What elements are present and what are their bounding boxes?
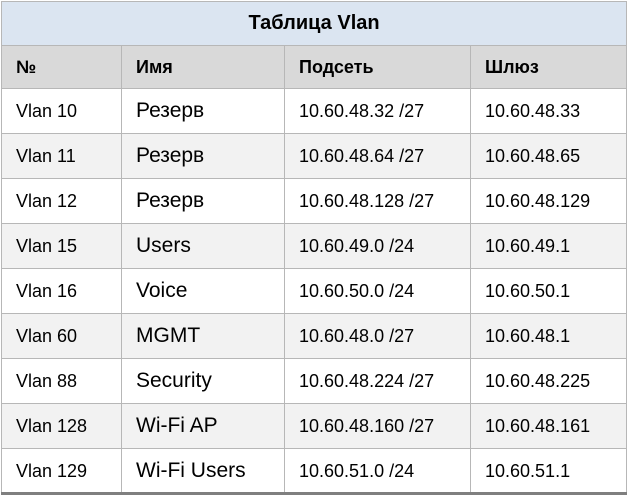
table-row: Vlan 10 Резерв 10.60.48.32 /27 10.60.48.… — [1, 88, 628, 134]
vlan-name-cell: Резерв — [121, 133, 285, 179]
vlan-name-cell: Voice — [121, 268, 285, 314]
table-row: Vlan 60 MGMT 10.60.48.0 /27 10.60.48.1 — [1, 313, 628, 359]
vlan-number-cell: Vlan 129 — [1, 448, 122, 494]
vlan-gateway-cell: 10.60.48.65 — [469, 133, 628, 179]
vlan-gateway-cell: 10.60.48.161 — [469, 403, 628, 449]
vlan-subnet-cell: 10.60.48.160 /27 — [284, 403, 471, 449]
table-row: Vlan 15 Users 10.60.49.0 /24 10.60.49.1 — [1, 223, 628, 269]
table-header-row: № Имя Подсеть Шлюз — [1, 45, 628, 89]
vlan-gateway-cell: 10.60.48.1 — [469, 313, 628, 359]
vlan-number-cell: Vlan 15 — [1, 223, 122, 269]
table-row: Vlan 16 Voice 10.60.50.0 /24 10.60.50.1 — [1, 268, 628, 314]
vlan-subnet-cell: 10.60.48.64 /27 — [284, 133, 471, 179]
table-bottom-border — [1, 492, 627, 495]
vlan-number-cell: Vlan 12 — [1, 178, 122, 224]
vlan-name-cell: Wi-Fi Users — [121, 448, 285, 494]
vlan-subnet-cell: 10.60.51.0 /24 — [284, 448, 471, 494]
vlan-subnet-cell: 10.60.48.0 /27 — [284, 313, 471, 359]
vlan-subnet-cell: 10.60.48.224 /27 — [284, 358, 471, 404]
vlan-name-cell: Users — [121, 223, 285, 269]
column-header-name: Имя — [121, 45, 285, 89]
vlan-number-cell: Vlan 88 — [1, 358, 122, 404]
table-title-row: Таблица Vlan — [0, 1, 628, 46]
table-row: Vlan 128 Wi-Fi AP 10.60.48.160 /27 10.60… — [1, 403, 628, 449]
table-row: Vlan 11 Резерв 10.60.48.64 /27 10.60.48.… — [1, 133, 628, 179]
vlan-name-cell: Резерв — [121, 88, 285, 134]
vlan-gateway-cell: 10.60.49.1 — [469, 223, 628, 269]
vlan-subnet-cell: 10.60.49.0 /24 — [284, 223, 471, 269]
column-header-subnet: Подсеть — [284, 45, 471, 89]
vlan-number-cell: Vlan 11 — [1, 133, 122, 179]
vlan-gateway-cell: 10.60.48.33 — [469, 88, 628, 134]
vlan-subnet-cell: 10.60.48.32 /27 — [284, 88, 471, 134]
vlan-name-cell: Wi-Fi AP — [121, 403, 285, 449]
vlan-subnet-cell: 10.60.50.0 /24 — [284, 268, 471, 314]
vlan-gateway-cell: 10.60.50.1 — [469, 268, 628, 314]
table-body: Vlan 10 Резерв 10.60.48.32 /27 10.60.48.… — [1, 88, 628, 494]
vlan-number-cell: Vlan 128 — [1, 403, 122, 449]
vlan-subnet-cell: 10.60.48.128 /27 — [284, 178, 471, 224]
vlan-name-cell: MGMT — [121, 313, 285, 359]
vlan-number-cell: Vlan 10 — [1, 88, 122, 134]
vlan-number-cell: Vlan 60 — [1, 313, 122, 359]
column-header-number: № — [1, 45, 122, 89]
table-row: Vlan 12 Резерв 10.60.48.128 /27 10.60.48… — [1, 178, 628, 224]
vlan-gateway-cell: 10.60.51.1 — [469, 448, 628, 494]
table-row: Vlan 129 Wi-Fi Users 10.60.51.0 /24 10.6… — [1, 448, 628, 494]
table-title: Таблица Vlan — [0, 1, 628, 46]
table-row: Vlan 88 Security 10.60.48.224 /27 10.60.… — [1, 358, 628, 404]
vlan-name-cell: Security — [121, 358, 285, 404]
vlan-gateway-cell: 10.60.48.129 — [469, 178, 628, 224]
vlan-name-cell: Резерв — [121, 178, 285, 224]
vlan-gateway-cell: 10.60.48.225 — [469, 358, 628, 404]
vlan-number-cell: Vlan 16 — [1, 268, 122, 314]
vlan-table: Таблица Vlan № Имя Подсеть Шлюз Vlan 10 … — [0, 1, 628, 494]
column-header-gateway: Шлюз — [469, 45, 628, 89]
